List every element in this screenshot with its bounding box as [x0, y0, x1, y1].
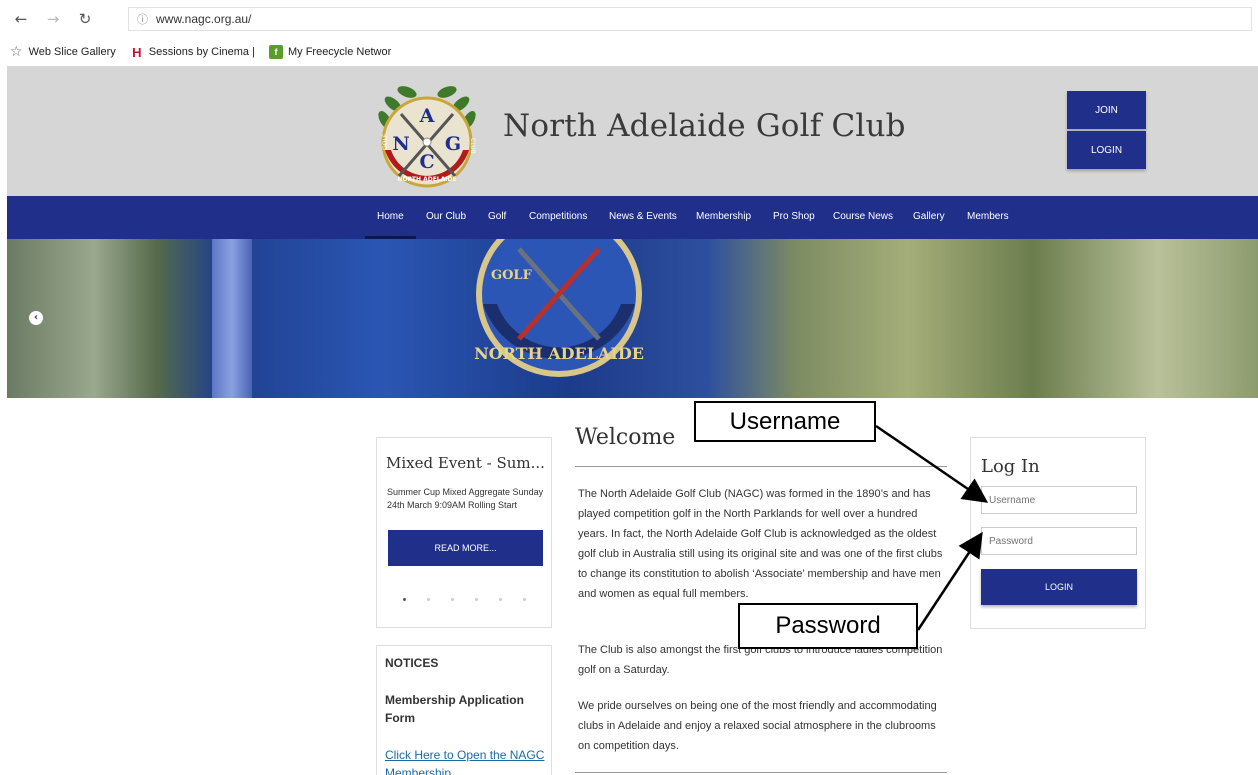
logo-letter-g: G	[445, 133, 461, 155]
flag-emblem-icon: NORTH ADELAIDE GOLF	[474, 239, 644, 377]
favorite-sessions-by-cinema[interactable]: H Sessions by Cinema |	[130, 45, 255, 60]
favorites-bar: ☆ Web Slice Gallery H Sessions by Cinema…	[0, 38, 1258, 66]
username-callout: Username	[694, 401, 876, 442]
logo-golf-text: GOLF	[382, 133, 389, 150]
cinema-h-icon: H	[132, 45, 142, 60]
nav-competitions[interactable]: Competitions	[529, 196, 587, 239]
welcome-paragraph: We pride ourselves on being one of the m…	[578, 700, 937, 752]
notices-panel: NOTICES Membership Application Form Clic…	[376, 645, 552, 775]
favorite-label: Sessions by Cinema |	[148, 46, 255, 58]
nav-members[interactable]: Members	[967, 196, 1009, 239]
favorite-label: My Freecycle Networ	[287, 46, 392, 58]
membership-form-link[interactable]: Click Here to Open the NAGC Membership	[385, 746, 545, 775]
nav-course-news[interactable]: Course News	[833, 196, 893, 239]
read-more-button[interactable]: READ MORE...	[388, 530, 543, 566]
logo-letter-n: N	[392, 133, 409, 155]
carousel-dot[interactable]	[523, 598, 526, 601]
favorite-freecycle[interactable]: f My Freecycle Networ	[268, 45, 392, 59]
carousel-dot[interactable]	[451, 598, 454, 601]
password-callout: Password	[738, 603, 918, 649]
flag-north-adelaide-text: NORTH ADELAIDE	[474, 344, 644, 363]
notices-subheading: Membership Application Form	[385, 693, 524, 725]
nav-golf[interactable]: Golf	[488, 196, 506, 239]
favorite-label: Web Slice Gallery	[28, 46, 116, 58]
slider-prev-icon[interactable]: ‹	[29, 311, 43, 325]
password-input[interactable]	[981, 527, 1137, 555]
welcome-paragraph: The North Adelaide Golf Club (NAGC) was …	[578, 488, 943, 600]
url-text: www.nagc.org.au/	[156, 12, 252, 26]
event-title[interactable]: Mixed Event - Sum...	[386, 454, 545, 472]
event-card: Mixed Event - Sum... Summer Cup Mixed Ag…	[376, 437, 552, 628]
welcome-heading: Welcome	[575, 425, 676, 450]
welcome-divider	[575, 466, 947, 467]
flag-pole	[212, 239, 252, 398]
nav-our-club[interactable]: Our Club	[426, 196, 466, 239]
logo-letter-a: A	[419, 105, 435, 127]
nav-gallery[interactable]: Gallery	[913, 196, 945, 239]
nav-pro-shop[interactable]: Pro Shop	[773, 196, 815, 239]
info-icon[interactable]: ⓘ	[137, 11, 148, 27]
carousel-dot[interactable]	[475, 598, 478, 601]
main-navigation: Home Our Club Golf Competitions News & E…	[7, 196, 1258, 239]
carousel-dot[interactable]	[427, 598, 430, 601]
club-logo-icon[interactable]: A N G C GOLF CLUB NORTH ADELAIDE	[371, 80, 483, 188]
reload-icon[interactable]: ↻	[74, 8, 96, 30]
flag-golf-text: GOLF	[491, 268, 533, 283]
logo-letter-c: C	[419, 151, 434, 173]
site-title[interactable]: North Adelaide Golf Club	[503, 108, 906, 144]
login-title: Log In	[981, 456, 1040, 477]
username-input[interactable]	[981, 486, 1137, 514]
carousel-dot[interactable]	[499, 598, 502, 601]
back-arrow-icon[interactable]: ←	[10, 8, 32, 30]
browser-address-bar: ← → ↻ ⓘ www.nagc.org.au/	[0, 0, 1258, 38]
logo-club-text: CLUB	[469, 138, 476, 154]
site-header: A N G C GOLF CLUB NORTH ADELAIDE North A…	[7, 66, 1258, 196]
login-panel: Log In LOGIN	[970, 437, 1146, 629]
forward-arrow-icon[interactable]: →	[42, 8, 64, 30]
logo-north-adelaide-text: NORTH ADELAIDE	[397, 176, 456, 183]
freecycle-icon: f	[268, 45, 283, 59]
nav-home[interactable]: Home	[365, 196, 416, 239]
nav-membership[interactable]: Membership	[696, 196, 751, 239]
event-description: Summer Cup Mixed Aggregate Sunday 24th M…	[387, 487, 544, 510]
content-divider	[575, 772, 947, 773]
login-submit-button[interactable]: LOGIN	[981, 569, 1137, 605]
carousel-dots	[403, 598, 547, 601]
join-button[interactable]: JOIN	[1067, 91, 1146, 129]
url-field[interactable]: ⓘ www.nagc.org.au/	[128, 7, 1252, 31]
hero-banner: NORTH ADELAIDE GOLF ‹	[7, 239, 1258, 398]
header-login-button[interactable]: LOGIN	[1067, 131, 1146, 169]
favorite-web-slice-gallery[interactable]: Web Slice Gallery	[29, 46, 116, 58]
notices-heading: NOTICES	[385, 656, 439, 670]
nav-news-events[interactable]: News & Events	[609, 196, 677, 239]
carousel-dot[interactable]	[403, 598, 406, 601]
favorites-star-icon[interactable]: ☆	[10, 44, 23, 60]
